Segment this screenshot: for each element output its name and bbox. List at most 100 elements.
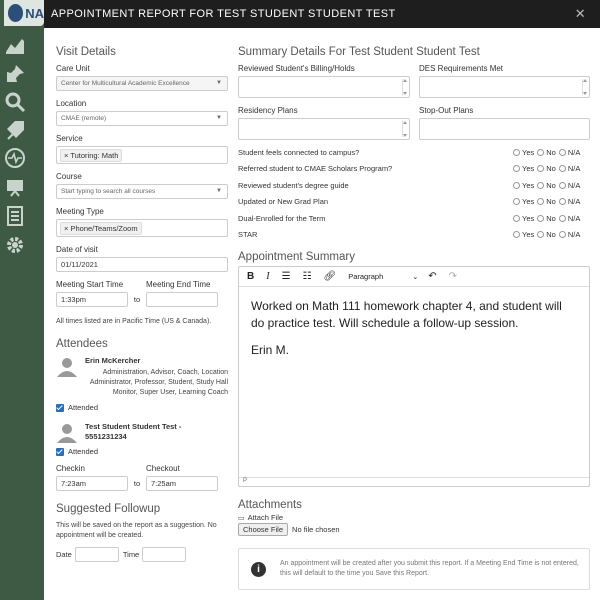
paragraph-select[interactable]: Paragraph ⌄ xyxy=(348,272,418,281)
radio-icon[interactable] xyxy=(558,148,566,156)
scrollbar[interactable] xyxy=(402,121,407,137)
attended-checkbox[interactable] xyxy=(56,447,64,456)
radio-icon[interactable] xyxy=(558,214,566,222)
radio-option[interactable]: N/A xyxy=(558,230,580,239)
date-of-visit-input[interactable]: 01/11/2021 xyxy=(56,257,228,272)
undo-icon[interactable]: ↶ xyxy=(428,271,436,282)
radio-icon[interactable] xyxy=(558,181,566,189)
radio-option[interactable]: No xyxy=(537,181,556,190)
attended-checkbox-row[interactable]: Attended xyxy=(56,447,228,456)
radio-option[interactable]: Yes xyxy=(513,230,534,239)
close-icon[interactable]: ✕ xyxy=(575,6,586,22)
radio-icon[interactable] xyxy=(558,231,566,239)
radio-label: N/A xyxy=(567,164,581,174)
bullet-list-icon[interactable]: ☰ xyxy=(282,271,291,282)
chart-icon[interactable] xyxy=(4,34,26,56)
bold-button[interactable]: B xyxy=(247,271,254,282)
italic-button[interactable]: I xyxy=(266,271,269,282)
radio-option[interactable]: Yes xyxy=(513,214,534,223)
summary-editor: B I ☰ ☷ 🔗︎ Paragraph ⌄ ↶ ↷ Worked on Mat… xyxy=(238,266,590,487)
radio-option[interactable]: No xyxy=(537,148,556,157)
course-select[interactable]: Start typing to search all courses ▼ xyxy=(56,184,228,199)
radio-option[interactable]: N/A xyxy=(558,214,580,223)
meeting-type-tag[interactable]: × Phone/Teams/Zoom xyxy=(60,221,142,235)
radio-icon[interactable] xyxy=(537,214,545,222)
choose-file-button[interactable]: Choose File xyxy=(238,523,289,536)
followup-date-input[interactable] xyxy=(74,547,119,562)
suggested-followup-title: Suggested Followup xyxy=(56,503,161,515)
radio-option[interactable]: N/A xyxy=(558,180,581,190)
radio-option[interactable]: Yes xyxy=(513,181,534,190)
radio-icon[interactable] xyxy=(513,181,520,189)
chevron-down-icon: ▼ xyxy=(216,80,222,86)
radio-option[interactable]: Yes xyxy=(513,197,534,206)
meeting-start-input[interactable]: 1:33pm xyxy=(56,292,128,307)
modal-title: APPOINTMENT REPORT FOR TEST STUDENT STUD… xyxy=(51,8,396,20)
question-row: Student feels connected to campus? Yes No N… xyxy=(238,144,590,161)
radio-option[interactable]: No xyxy=(537,197,556,206)
radio-option[interactable]: Yes xyxy=(513,148,534,157)
radio-option[interactable]: N/A xyxy=(558,164,581,174)
scrollbar[interactable] xyxy=(582,79,587,95)
activity-icon[interactable] xyxy=(4,147,26,169)
attended-checkbox[interactable] xyxy=(56,403,64,412)
search-icon[interactable] xyxy=(4,91,26,113)
radio-icon[interactable] xyxy=(558,198,566,206)
summary-column: Summary Details For Test Student Student… xyxy=(238,46,590,590)
care-unit-select[interactable]: Center for Multicultural Academic Excell… xyxy=(56,76,228,91)
radio-option[interactable]: No xyxy=(537,164,556,173)
billing-holds-textarea[interactable] xyxy=(238,76,410,98)
gear-icon[interactable] xyxy=(4,234,26,256)
radio-option[interactable]: Yes xyxy=(513,164,534,173)
radio-icon[interactable] xyxy=(537,198,545,206)
attended-checkbox-row[interactable]: Attended xyxy=(56,403,228,412)
checkout-input[interactable]: 7:25am xyxy=(146,476,218,491)
radio-icon[interactable] xyxy=(537,165,545,173)
radio-icon[interactable] xyxy=(537,181,545,189)
question-row: Reviewed student's degree guide Yes No N/A xyxy=(238,177,590,194)
radio-icon[interactable] xyxy=(513,214,520,222)
radio-icon[interactable] xyxy=(513,148,520,156)
logo-text: NA xyxy=(25,5,44,21)
radio-label: Yes xyxy=(522,147,535,157)
question-label: Reviewed student's degree guide xyxy=(238,180,349,190)
redo-icon[interactable]: ↷ xyxy=(449,271,457,282)
followup-time-input[interactable] xyxy=(142,547,187,562)
checkin-value: 7:23am xyxy=(61,479,87,488)
scrollbar[interactable] xyxy=(402,79,407,95)
question-list: Student feels connected to campus? Yes No N… xyxy=(238,144,590,243)
stop-out-plans-textarea[interactable] xyxy=(419,118,590,140)
service-tag-input[interactable]: × Tutoring: Math xyxy=(56,146,228,164)
location-select[interactable]: CMAE (remote) ▼ xyxy=(56,111,228,126)
pin-icon[interactable] xyxy=(4,63,26,85)
radio-option[interactable]: N/A xyxy=(558,197,580,206)
radio-label: Yes xyxy=(522,197,535,207)
service-tag[interactable]: × Tutoring: Math xyxy=(60,148,123,162)
presentation-icon[interactable] xyxy=(4,176,26,198)
avatar-icon xyxy=(57,358,77,377)
numbered-list-icon[interactable]: ☷ xyxy=(303,271,312,282)
radio-icon[interactable] xyxy=(537,231,545,239)
radio-icon[interactable] xyxy=(513,231,520,239)
info-text: An appointment will be created after you… xyxy=(280,560,579,577)
radio-icon[interactable] xyxy=(513,198,520,206)
radio-option[interactable]: No xyxy=(537,230,556,239)
app-logo[interactable]: NA xyxy=(4,0,44,26)
meeting-type-tag-input[interactable]: × Phone/Teams/Zoom xyxy=(56,219,228,237)
residency-plans-textarea[interactable] xyxy=(238,118,410,140)
radio-icon[interactable] xyxy=(558,165,566,173)
radio-option[interactable]: N/A xyxy=(558,148,580,157)
list-icon[interactable] xyxy=(4,205,26,227)
radio-label: N/A xyxy=(567,180,581,190)
link-icon[interactable]: 🔗︎ xyxy=(324,271,337,282)
tag-icon[interactable] xyxy=(4,119,26,141)
editor-content[interactable]: Worked on Math 111 homework chapter 4, a… xyxy=(239,287,589,477)
radio-option[interactable]: No xyxy=(537,214,556,223)
radio-label: No xyxy=(546,197,556,207)
seal-icon xyxy=(8,4,24,22)
checkin-input[interactable]: 7:23am xyxy=(56,476,128,491)
radio-icon[interactable] xyxy=(537,148,545,156)
meeting-end-input[interactable] xyxy=(146,292,218,307)
des-requirements-textarea[interactable] xyxy=(419,76,590,98)
radio-icon[interactable] xyxy=(513,165,520,173)
